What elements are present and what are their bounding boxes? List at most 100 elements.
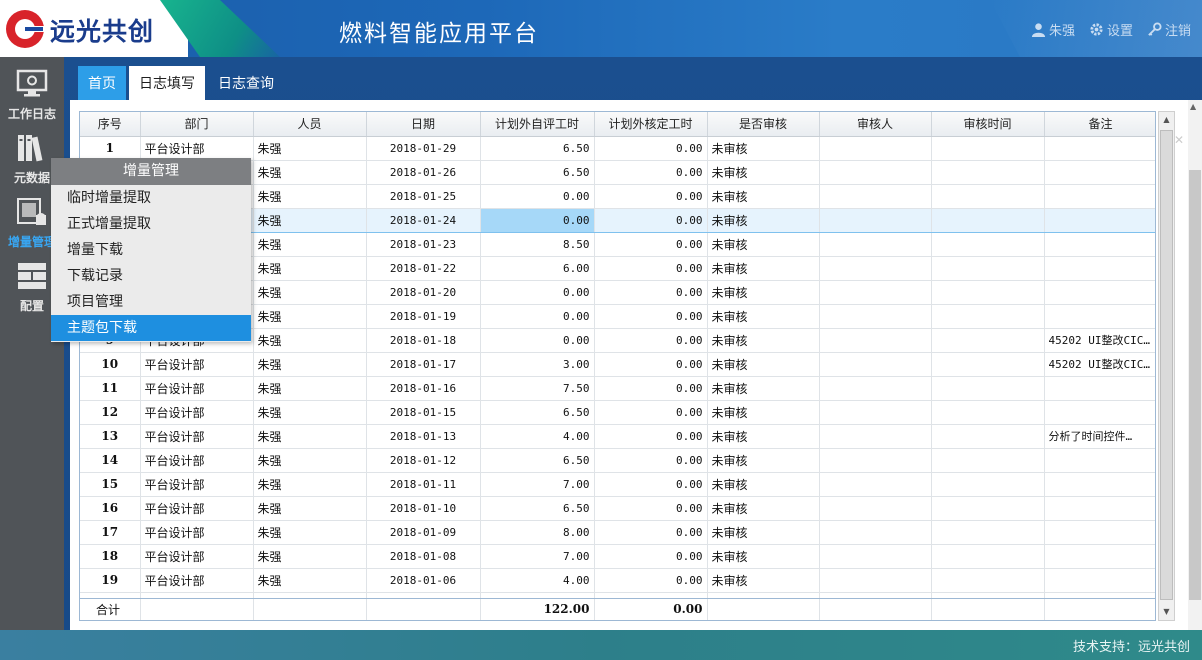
cell-reviewer[interactable] bbox=[819, 544, 932, 569]
menu-item-formal-extract[interactable]: 正式增量提取 bbox=[51, 211, 251, 237]
cell-approved-hours[interactable]: 0.00 bbox=[594, 400, 708, 425]
table-scrollbar[interactable]: ▲ ▼ bbox=[1158, 111, 1175, 621]
cell-review-time[interactable] bbox=[931, 232, 1045, 257]
cell-department[interactable]: 平台设计部 bbox=[140, 544, 254, 569]
cell-review-status[interactable]: 未审核 bbox=[707, 136, 820, 161]
cell-person[interactable]: 朱强 bbox=[253, 280, 367, 305]
cell-review-time[interactable] bbox=[931, 544, 1045, 569]
cell-remark[interactable] bbox=[1044, 376, 1155, 401]
cell-department[interactable]: 平台设计部 bbox=[140, 568, 254, 593]
table-row[interactable]: 11 平台设计部 朱强 2018-01-16 7.50 0.00 未审核 bbox=[80, 376, 1155, 401]
cell-review-time[interactable] bbox=[931, 352, 1045, 377]
cell-approved-hours[interactable]: 0.00 bbox=[594, 472, 708, 497]
cell-date[interactable]: 2018-01-16 bbox=[366, 376, 481, 401]
cell-reviewer[interactable] bbox=[819, 232, 932, 257]
cell-date[interactable]: 2018-01-11 bbox=[366, 472, 481, 497]
cell-row-number[interactable]: 14 bbox=[80, 448, 141, 473]
cell-remark[interactable]: 分析了时间控件… bbox=[1044, 424, 1155, 449]
cell-department[interactable]: 平台设计部 bbox=[140, 136, 254, 161]
cell-review-time[interactable] bbox=[931, 304, 1045, 329]
column-header[interactable]: 计划外核定工时 bbox=[594, 112, 708, 137]
cell-person[interactable]: 朱强 bbox=[253, 496, 367, 521]
cell-review-status[interactable]: 未审核 bbox=[707, 568, 820, 593]
scrollbar-thumb[interactable] bbox=[1189, 170, 1201, 600]
cell-reviewer[interactable] bbox=[819, 328, 932, 353]
close-icon[interactable]: ✕ bbox=[1174, 133, 1184, 147]
cell-self-hours[interactable]: 7.00 bbox=[480, 472, 595, 497]
cell-department[interactable]: 平台设计部 bbox=[140, 376, 254, 401]
cell-self-hours[interactable]: 6.00 bbox=[480, 256, 595, 281]
cell-review-time[interactable] bbox=[931, 184, 1045, 209]
cell-approved-hours[interactable]: 0.00 bbox=[594, 207, 708, 233]
cell-person[interactable]: 朱强 bbox=[253, 160, 367, 185]
table-row[interactable]: 16 平台设计部 朱强 2018-01-10 6.50 0.00 未审核 bbox=[80, 496, 1155, 521]
cell-date[interactable]: 2018-01-20 bbox=[366, 280, 481, 305]
cell-review-status[interactable]: 未审核 bbox=[707, 520, 820, 545]
cell-person[interactable]: 朱强 bbox=[253, 184, 367, 209]
cell-remark[interactable] bbox=[1044, 280, 1155, 305]
cell-department[interactable]: 平台设计部 bbox=[140, 496, 254, 521]
cell-date[interactable]: 2018-01-12 bbox=[366, 448, 481, 473]
cell-review-time[interactable] bbox=[931, 424, 1045, 449]
cell-approved-hours[interactable]: 0.00 bbox=[594, 328, 708, 353]
column-header[interactable]: 审核时间 bbox=[931, 112, 1045, 137]
cell-remark[interactable] bbox=[1044, 232, 1155, 257]
cell-self-hours[interactable]: 7.50 bbox=[480, 376, 595, 401]
table-row[interactable]: 15 平台设计部 朱强 2018-01-11 7.00 0.00 未审核 bbox=[80, 472, 1155, 497]
cell-remark[interactable] bbox=[1044, 160, 1155, 185]
cell-remark[interactable] bbox=[1044, 136, 1155, 161]
cell-review-status[interactable]: 未审核 bbox=[707, 424, 820, 449]
cell-self-hours[interactable]: 8.50 bbox=[480, 232, 595, 257]
cell-reviewer[interactable] bbox=[819, 448, 932, 473]
cell-reviewer[interactable] bbox=[819, 376, 932, 401]
cell-person[interactable]: 朱强 bbox=[253, 207, 367, 233]
tab-log-query[interactable]: 日志查询 bbox=[208, 66, 284, 100]
cell-date[interactable]: 2018-01-26 bbox=[366, 160, 481, 185]
logout-link[interactable]: 注销 bbox=[1147, 20, 1191, 39]
cell-row-number[interactable]: 19 bbox=[80, 568, 141, 593]
cell-self-hours[interactable]: 4.00 bbox=[480, 568, 595, 593]
cell-remark[interactable] bbox=[1044, 304, 1155, 329]
cell-review-time[interactable] bbox=[931, 160, 1045, 185]
column-header[interactable]: 人员 bbox=[253, 112, 367, 137]
cell-self-hours[interactable]: 0.00 bbox=[480, 304, 595, 329]
cell-person[interactable]: 朱强 bbox=[253, 424, 367, 449]
cell-approved-hours[interactable]: 0.00 bbox=[594, 568, 708, 593]
cell-reviewer[interactable] bbox=[819, 400, 932, 425]
cell-reviewer[interactable] bbox=[819, 160, 932, 185]
cell-self-hours[interactable]: 0.00 bbox=[480, 207, 595, 233]
cell-review-status[interactable]: 未审核 bbox=[707, 184, 820, 209]
cell-date[interactable]: 2018-01-15 bbox=[366, 400, 481, 425]
cell-review-status[interactable]: 未审核 bbox=[707, 160, 820, 185]
cell-self-hours[interactable]: 7.00 bbox=[480, 544, 595, 569]
cell-review-time[interactable] bbox=[931, 136, 1045, 161]
cell-date[interactable]: 2018-01-25 bbox=[366, 184, 481, 209]
cell-review-time[interactable] bbox=[931, 472, 1045, 497]
cell-person[interactable]: 朱强 bbox=[253, 136, 367, 161]
cell-date[interactable]: 2018-01-29 bbox=[366, 136, 481, 161]
cell-approved-hours[interactable]: 0.00 bbox=[594, 520, 708, 545]
cell-row-number[interactable]: 16 bbox=[80, 496, 141, 521]
scroll-down-icon[interactable]: ▼ bbox=[1159, 604, 1174, 620]
cell-remark[interactable] bbox=[1044, 184, 1155, 209]
menu-item-download-history[interactable]: 下载记录 bbox=[51, 263, 251, 289]
cell-remark[interactable] bbox=[1044, 207, 1155, 233]
menu-item-project-management[interactable]: 项目管理 bbox=[51, 289, 251, 315]
cell-remark[interactable] bbox=[1044, 448, 1155, 473]
cell-review-time[interactable] bbox=[931, 207, 1045, 233]
cell-date[interactable]: 2018-01-22 bbox=[366, 256, 481, 281]
cell-person[interactable]: 朱强 bbox=[253, 376, 367, 401]
cell-self-hours[interactable]: 6.50 bbox=[480, 400, 595, 425]
table-row[interactable]: 1 平台设计部 朱强 2018-01-29 6.50 0.00 未审核 bbox=[80, 136, 1155, 161]
cell-approved-hours[interactable]: 0.00 bbox=[594, 160, 708, 185]
table-row[interactable]: 12 平台设计部 朱强 2018-01-15 6.50 0.00 未审核 bbox=[80, 400, 1155, 425]
cell-review-status[interactable]: 未审核 bbox=[707, 448, 820, 473]
cell-review-time[interactable] bbox=[931, 400, 1045, 425]
cell-row-number[interactable]: 10 bbox=[80, 352, 141, 377]
tab-log-entry[interactable]: 日志填写 bbox=[129, 66, 205, 100]
cell-review-time[interactable] bbox=[931, 568, 1045, 593]
cell-review-status[interactable]: 未审核 bbox=[707, 544, 820, 569]
cell-row-number[interactable]: 13 bbox=[80, 424, 141, 449]
sidebar-item-work-log[interactable]: 工作日志 bbox=[0, 61, 64, 125]
cell-review-time[interactable] bbox=[931, 256, 1045, 281]
